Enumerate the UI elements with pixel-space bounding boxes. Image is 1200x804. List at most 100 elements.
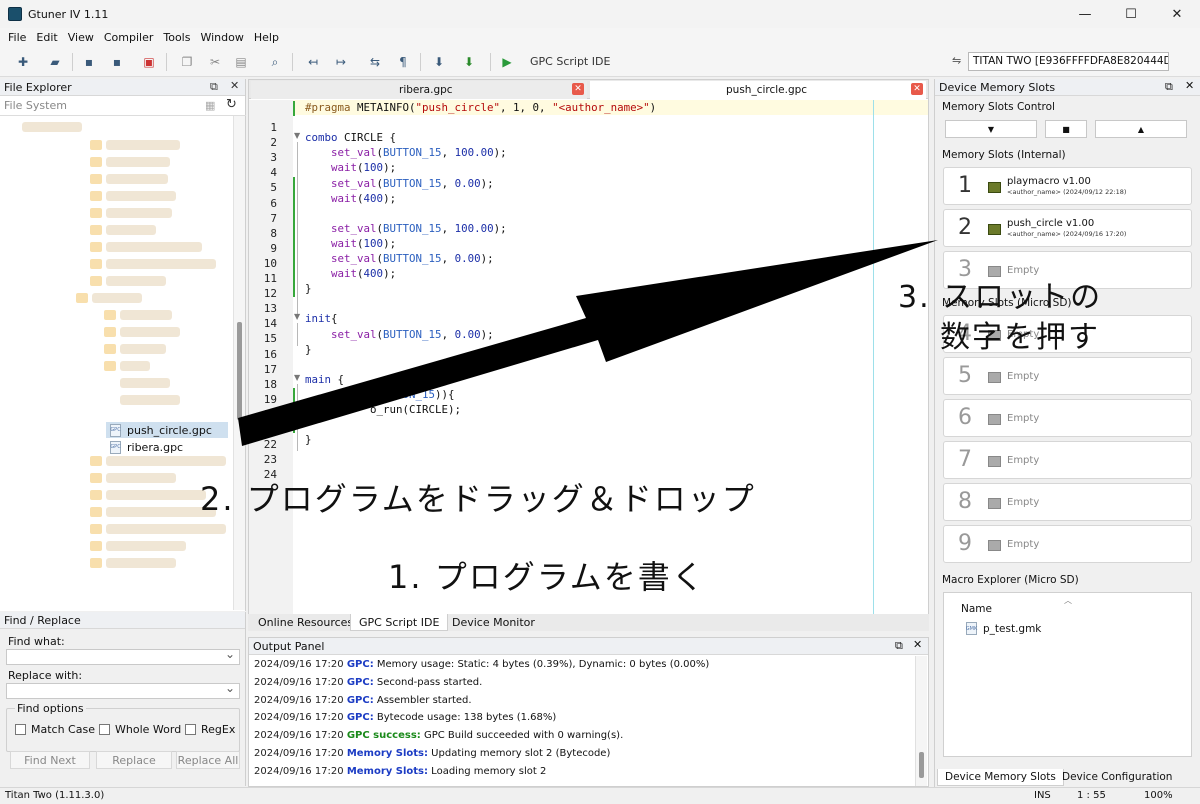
tab-online-resources[interactable]: Online Resources — [250, 614, 361, 631]
close-panel-icon[interactable]: ✕ — [230, 79, 239, 92]
code-line[interactable]: o_run(CIRCLE); — [305, 403, 461, 416]
tree-item-push-circle[interactable]: GPC push_circle.gpc — [106, 422, 228, 438]
slot-up-button[interactable]: ▲ — [1095, 120, 1187, 138]
gpc-script-ide-button[interactable]: GPC Script IDE — [530, 55, 610, 68]
code-line[interactable]: } — [305, 343, 312, 356]
slot-number[interactable]: 7 — [958, 447, 972, 472]
find-what-input[interactable] — [6, 647, 240, 665]
code-line[interactable]: } — [305, 282, 312, 295]
code-line[interactable]: (BUTTON_15)){ — [305, 388, 455, 401]
tab-gpc-script-ide[interactable]: GPC Script IDE — [350, 614, 449, 631]
code-line[interactable]: set_val(BUTTON_15, 0.00); — [305, 328, 494, 341]
compile-icon[interactable]: ⬇ — [430, 53, 448, 71]
replace-with-input[interactable] — [6, 681, 240, 699]
slot-number[interactable]: 4 — [958, 321, 972, 346]
device-select[interactable]: TITAN TWO [E936FFFFDFA8E820444D — [968, 52, 1169, 71]
menu-compiler[interactable]: Compiler — [99, 31, 159, 44]
memory-slot-6[interactable]: 6 Empty — [943, 399, 1192, 437]
menu-help[interactable]: Help — [249, 31, 284, 44]
code-line[interactable]: set_val(BUTTON_15, 0.00); — [305, 177, 494, 190]
save-all-icon[interactable]: ▪ — [108, 53, 126, 71]
code-line[interactable]: combo CIRCLE { — [305, 131, 396, 144]
code-line[interactable]: wait(400); — [305, 192, 396, 205]
memory-slot-8[interactable]: 8 Empty — [943, 483, 1192, 521]
output-scrollbar[interactable] — [915, 656, 927, 786]
close-tab-icon[interactable]: ✕ — [911, 83, 923, 95]
fold-icon[interactable]: ▼ — [294, 131, 302, 140]
code-line[interactable]: } — [305, 433, 312, 446]
tab-push-circle[interactable]: push_circle.gpc ✕ — [590, 81, 926, 99]
tab-ribera[interactable]: ribera.gpc ✕ — [251, 81, 587, 99]
float-panel-icon[interactable]: ⧉ — [895, 639, 903, 653]
replace-button[interactable]: Replace — [96, 751, 172, 769]
slot-number[interactable]: 3 — [958, 257, 972, 282]
code-line[interactable]: init{ — [305, 312, 338, 325]
match-case-checkbox[interactable]: Match Case — [15, 723, 95, 736]
code-line[interactable]: set_val(BUTTON_15, 100.00); — [305, 146, 507, 159]
memory-slot-5[interactable]: 5 Empty — [943, 357, 1192, 395]
find-icon[interactable]: ⌕ — [266, 53, 284, 71]
fold-icon[interactable]: ▼ — [294, 373, 302, 382]
close-button[interactable]: ✕ — [1154, 0, 1200, 28]
slot-number[interactable]: 5 — [958, 363, 972, 388]
code-line[interactable]: wait(400); — [305, 267, 396, 280]
slot-down-button[interactable]: ▼ — [945, 120, 1037, 138]
name-column-header[interactable]: Name — [961, 603, 992, 615]
memory-slot-7[interactable]: 7 Empty — [943, 441, 1192, 479]
fold-icon[interactable]: ▼ — [294, 312, 302, 321]
save-icon[interactable]: ▪ — [80, 53, 98, 71]
code-line[interactable]: #pragma METAINFO("push_circle", 1, 0, "<… — [305, 101, 656, 114]
menu-tools[interactable]: Tools — [158, 31, 195, 44]
code-line[interactable]: wait(100); — [305, 237, 396, 250]
close-panel-icon[interactable]: ✕ — [913, 638, 922, 651]
maximize-button[interactable]: ☐ — [1108, 0, 1154, 28]
regex-checkbox[interactable]: RegEx — [185, 723, 235, 736]
menu-edit[interactable]: Edit — [31, 31, 62, 44]
outdent-icon[interactable]: ↤ — [304, 53, 322, 71]
slot-number[interactable]: 1 — [958, 173, 972, 198]
memory-slot-9[interactable]: 9 Empty — [943, 525, 1192, 563]
close-tab-icon[interactable]: ✕ — [572, 83, 584, 95]
replace-all-button[interactable]: Replace All — [176, 751, 240, 769]
menu-view[interactable]: View — [63, 31, 99, 44]
tab-device-monitor[interactable]: Device Monitor — [444, 614, 543, 631]
file-tree-scrollbar[interactable] — [233, 116, 245, 610]
code-line[interactable]: set_val(BUTTON_15, 0.00); — [305, 252, 494, 265]
copy-icon[interactable]: ❐ — [178, 53, 196, 71]
find-next-button[interactable]: Find Next — [10, 751, 90, 769]
menu-file[interactable]: File — [3, 31, 31, 44]
memory-slot-3[interactable]: 3 Empty — [943, 251, 1192, 289]
whole-word-checkbox[interactable]: Whole Word — [99, 723, 181, 736]
paragraph-icon[interactable]: ¶ — [394, 53, 412, 71]
memory-slot-1[interactable]: 1 playmacro v1.00 <author_name> (2024/09/1… — [943, 167, 1192, 205]
macro-file-row[interactable]: GMK p_test.gmk — [966, 622, 1041, 635]
comment-icon[interactable]: ⇆ — [366, 53, 384, 71]
run-icon[interactable]: ▶ — [498, 53, 516, 71]
indent-icon[interactable]: ↦ — [332, 53, 350, 71]
tab-device-configuration[interactable]: Device Configuration — [1055, 769, 1179, 785]
slot-number[interactable]: 9 — [958, 531, 972, 556]
menu-window[interactable]: Window — [195, 31, 248, 44]
slot-number[interactable]: 6 — [958, 405, 972, 430]
close-file-icon[interactable]: ▣ — [140, 53, 158, 71]
cut-icon[interactable]: ✂ — [206, 53, 224, 71]
open-folder-icon[interactable]: ▰ — [46, 53, 64, 71]
slot-number[interactable]: 2 — [958, 215, 972, 240]
close-panel-icon[interactable]: ✕ — [1185, 79, 1194, 92]
slot-number[interactable]: 8 — [958, 489, 972, 514]
refresh-icon[interactable]: ↻ — [226, 97, 237, 112]
code-line[interactable]: wait(100); — [305, 161, 396, 174]
minimize-button[interactable]: — — [1062, 0, 1108, 28]
new-file-icon[interactable]: ✚ — [14, 53, 32, 71]
float-panel-icon[interactable]: ⧉ — [1165, 80, 1173, 94]
tree-item-ribera[interactable]: GPC ribera.gpc — [106, 439, 228, 455]
collapse-icon[interactable]: ▦ — [205, 99, 215, 112]
program-device-icon[interactable]: ⬇ — [460, 53, 478, 71]
tab-device-memory-slots[interactable]: Device Memory Slots — [937, 769, 1064, 786]
memory-slot-4[interactable]: 4 Empty — [943, 315, 1192, 353]
slot-stop-button[interactable]: ■ — [1045, 120, 1087, 138]
float-panel-icon[interactable]: ⧉ — [210, 80, 218, 94]
paste-icon[interactable]: ▤ — [232, 53, 250, 71]
code-line[interactable]: main { — [305, 373, 344, 386]
memory-slot-2[interactable]: 2 push_circle v1.00 <author_name> (2024/09… — [943, 209, 1192, 247]
